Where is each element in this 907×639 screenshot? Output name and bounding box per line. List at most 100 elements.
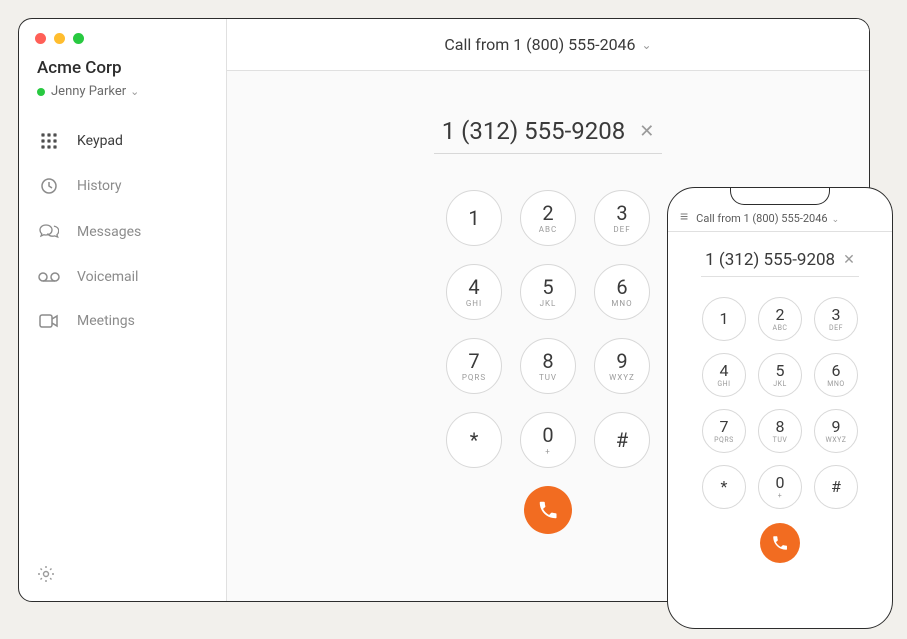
keypad-key-8[interactable]: 8 TUV [520,338,576,394]
mobile-keypad-key-num: * [721,479,728,495]
mobile-device: ≡ Call from 1 (800) 555-2046 ⌄ 1 (312) 5… [667,187,893,629]
header-number: 1 (800) 555-2046 [513,35,635,54]
mobile-keypad-key-0[interactable]: 0+ [758,465,802,509]
keypad-key-num: # [616,430,628,450]
mobile-keypad-key-sub: MNO [827,380,844,388]
keypad-key-num: 3 [616,203,627,223]
mobile-keypad-key-num: 4 [720,363,729,379]
phone-notch [730,187,830,205]
sidebar-item-label: Meetings [77,313,135,329]
keypad-key-num: 6 [616,277,627,297]
keypad-key-*[interactable]: * [446,412,502,468]
sidebar: Acme Corp Jenny Parker ⌄ Keypad History [19,19,227,601]
keypad-key-sub: GHI [466,299,482,308]
mobile-keypad-key-sub: TUV [773,436,788,444]
mobile-header-prefix: Call from [696,212,741,225]
presence-dot-icon [37,88,45,96]
mobile-keypad-key-4[interactable]: 4GHI [702,353,746,397]
window-controls [19,33,226,56]
mobile-keypad-key-6[interactable]: 6MNO [814,353,858,397]
mobile-keypad-key-sub: WXYZ [826,436,847,444]
minimize-window-icon[interactable] [54,33,65,44]
keypad-key-num: 8 [542,351,553,371]
mobile-keypad-key-num: 2 [776,307,785,323]
company-name: Acme Corp [19,56,226,84]
keypad-key-sub: + [545,447,551,456]
keypad-key-num: 9 [616,351,627,371]
mobile-keypad-key-sub: GHI [717,380,730,388]
keypad-key-6[interactable]: 6 MNO [594,264,650,320]
messages-icon [37,223,61,241]
mobile-keypad-key-2[interactable]: 2ABC [758,297,802,341]
mobile-keypad-key-num: 5 [776,363,785,379]
sidebar-item-keypad[interactable]: Keypad [19,131,226,151]
keypad-key-0[interactable]: 0+ [520,412,576,468]
keypad-key-#[interactable]: # [594,412,650,468]
keypad-key-sub: MNO [611,299,632,308]
settings-button[interactable] [37,565,55,587]
sidebar-item-meetings[interactable]: Meetings [19,311,226,331]
close-window-icon[interactable] [35,33,46,44]
keypad-key-sub: JKL [540,299,557,308]
keypad-key-num: 5 [542,277,553,297]
user-name: Jenny Parker [51,84,126,99]
keypad-key-num: 2 [542,203,553,223]
keypad-key-sub: ABC [539,225,557,234]
mobile-call-button[interactable] [760,523,800,563]
call-from-header[interactable]: Call from 1 (800) 555-2046 ⌄ [227,19,869,71]
sidebar-item-label: History [77,178,122,194]
header-prefix: Call from [444,35,509,54]
user-presence[interactable]: Jenny Parker ⌄ [19,84,226,127]
mobile-keypad-key-num: 3 [832,307,841,323]
keypad-key-num: 0 [542,425,553,445]
keypad-key-2[interactable]: 2 ABC [520,190,576,246]
mobile-keypad-key-*[interactable]: * [702,465,746,509]
chevron-down-icon: ⌄ [642,38,652,52]
mobile-keypad-key-num: 1 [720,311,729,327]
call-button[interactable] [524,486,572,534]
entered-number-row: 1 (312) 555-9208 ✕ [434,117,663,154]
entered-number: 1 (312) 555-9208 [442,117,625,145]
mobile-keypad-key-8[interactable]: 8TUV [758,409,802,453]
chevron-down-icon: ⌄ [832,215,840,225]
voicemail-icon [37,271,61,283]
sidebar-item-history[interactable]: History [19,175,226,197]
mobile-keypad-key-num: 9 [832,419,841,435]
keypad-grid: 12ABC3DEF4GHI5JKL6MNO7PQRS8TUV9WXYZ*0+# [446,190,650,468]
mobile-keypad-key-sub: + [778,492,782,500]
mobile-keypad-key-sub: JKL [773,380,787,388]
mobile-keypad-key-num: 6 [832,363,841,379]
keypad-key-5[interactable]: 5 JKL [520,264,576,320]
mobile-keypad-key-9[interactable]: 9WXYZ [814,409,858,453]
mobile-keypad-key-#[interactable]: # [814,465,858,509]
keypad-key-3[interactable]: 3DEF [594,190,650,246]
mobile-keypad-key-7[interactable]: 7PQRS [702,409,746,453]
mobile-keypad-key-5[interactable]: 5JKL [758,353,802,397]
keypad-key-4[interactable]: 4 GHI [446,264,502,320]
keypad-key-sub: TUV [539,373,557,382]
mobile-keypad-key-sub: DEF [829,324,843,332]
clear-number-button[interactable]: ✕ [639,121,654,142]
keypad-key-num: 4 [468,277,479,297]
meetings-icon [37,314,61,328]
mobile-keypad-key-1[interactable]: 1 [702,297,746,341]
mobile-keypad-key-num: # [831,479,841,495]
mobile-keypad-key-sub: PQRS [714,436,734,444]
keypad-key-sub: PQRS [462,373,486,382]
keypad-key-9[interactable]: 9WXYZ [594,338,650,394]
sidebar-item-label: Keypad [77,133,123,149]
menu-icon[interactable]: ≡ [680,208,688,225]
mobile-keypad-key-3[interactable]: 3DEF [814,297,858,341]
keypad-key-1[interactable]: 1 [446,190,502,246]
mobile-clear-number-button[interactable]: ✕ [843,252,855,268]
keypad-key-num: 1 [468,208,479,228]
sidebar-item-voicemail[interactable]: Voicemail [19,267,226,287]
mobile-keypad-key-sub: ABC [773,324,788,332]
maximize-window-icon[interactable] [73,33,84,44]
keypad-key-7[interactable]: 7PQRS [446,338,502,394]
mobile-keypad-key-num: 8 [776,419,785,435]
sidebar-item-label: Voicemail [77,269,138,285]
sidebar-item-messages[interactable]: Messages [19,221,226,243]
keypad-icon [37,133,61,149]
history-icon [37,177,61,195]
